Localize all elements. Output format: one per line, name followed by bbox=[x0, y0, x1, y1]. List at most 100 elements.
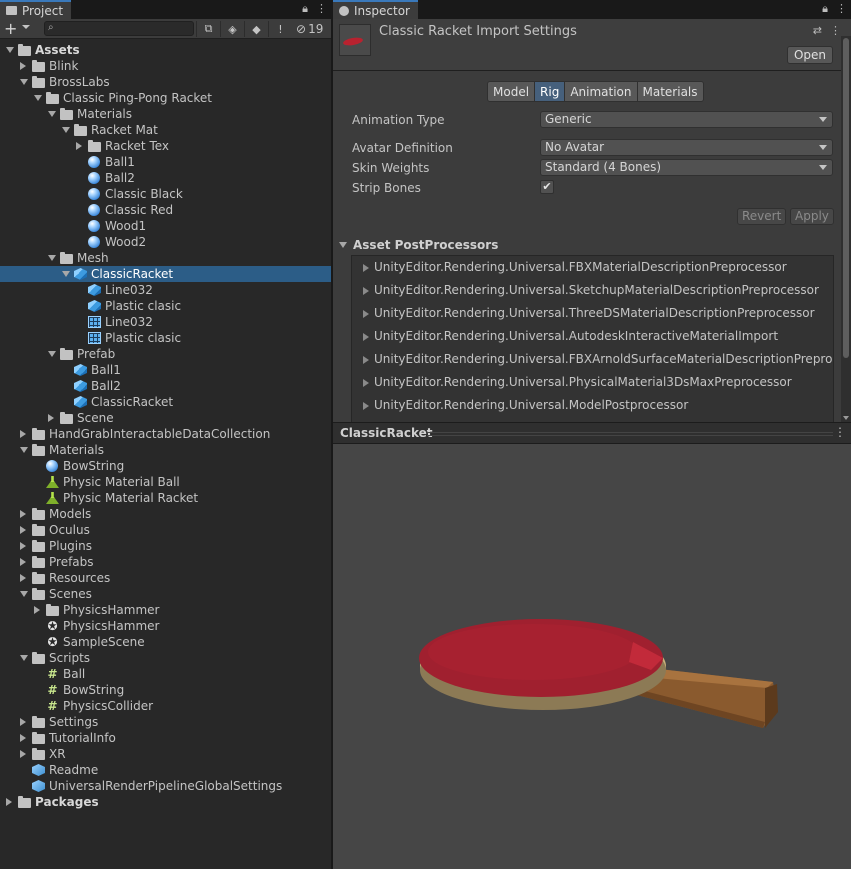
tree-item[interactable]: Racket Mat bbox=[0, 122, 331, 138]
tree-item[interactable]: Prefabs bbox=[0, 554, 331, 570]
console-warning-icon[interactable]: ! bbox=[268, 21, 292, 37]
kebab-menu-icon[interactable]: ⋮ bbox=[836, 2, 847, 16]
tree-item[interactable]: Packages bbox=[0, 794, 331, 810]
project-tab[interactable]: Project bbox=[0, 0, 72, 19]
tree-item[interactable]: Ball2 bbox=[0, 378, 331, 394]
tree-item[interactable]: Prefab bbox=[0, 346, 331, 362]
tab-materials[interactable]: Materials bbox=[637, 81, 704, 102]
tree-item[interactable]: Settings bbox=[0, 714, 331, 730]
chevron-right-icon[interactable] bbox=[20, 526, 26, 534]
inspector-scrollbar[interactable] bbox=[841, 36, 851, 422]
filter-by-label-icon[interactable]: ◆ bbox=[244, 21, 268, 37]
tree-item[interactable]: Racket Tex bbox=[0, 138, 331, 154]
search-input[interactable] bbox=[44, 21, 194, 36]
tree-item[interactable]: BrossLabs bbox=[0, 74, 331, 90]
presets-icon[interactable]: ⇄ bbox=[813, 24, 822, 37]
tree-item[interactable]: Wood1 bbox=[0, 218, 331, 234]
tree-item[interactable]: ✪ SampleScene bbox=[0, 634, 331, 650]
lock-icon[interactable]: 🔒︎ bbox=[822, 2, 828, 16]
tree-item[interactable]: ✪ PhysicsHammer bbox=[0, 618, 331, 634]
tree-item[interactable]: # PhysicsCollider bbox=[0, 698, 331, 714]
postprocessor-item[interactable]: UnityEditor.Rendering.Universal.Physical… bbox=[352, 371, 833, 394]
tree-item[interactable]: Ball1 bbox=[0, 154, 331, 170]
chevron-right-icon[interactable] bbox=[20, 574, 26, 582]
chevron-down-icon[interactable] bbox=[48, 255, 56, 261]
chevron-down-icon[interactable] bbox=[62, 127, 70, 133]
tree-item[interactable]: Scenes bbox=[0, 586, 331, 602]
tree-item[interactable]: UniversalRenderPipelineGlobalSettings bbox=[0, 778, 331, 794]
lock-icon[interactable]: 🔒︎ bbox=[302, 2, 308, 16]
strip-bones-checkbox[interactable]: ✔ bbox=[540, 180, 554, 194]
tree-item[interactable]: TutorialInfo bbox=[0, 730, 331, 746]
skin-weights-dropdown[interactable]: Standard (4 Bones) bbox=[540, 159, 833, 176]
scrollbar-thumb[interactable] bbox=[843, 38, 849, 358]
chevron-right-icon[interactable] bbox=[20, 542, 26, 550]
chevron-right-icon[interactable] bbox=[6, 798, 12, 806]
tree-item[interactable]: Classic Red bbox=[0, 202, 331, 218]
tree-item[interactable]: Materials bbox=[0, 442, 331, 458]
tree-item[interactable]: Classic Black bbox=[0, 186, 331, 202]
chevron-down-icon[interactable] bbox=[20, 591, 28, 597]
postprocessor-item[interactable]: UnityEditor.Rendering.Universal.FBXMater… bbox=[352, 256, 833, 279]
tree-item[interactable]: Physic Material Ball bbox=[0, 474, 331, 490]
filter-by-type-icon[interactable]: ◈ bbox=[220, 21, 244, 37]
tree-item[interactable]: HandGrabInteractableDataCollection bbox=[0, 426, 331, 442]
chevron-down-icon[interactable] bbox=[20, 655, 28, 661]
kebab-menu-icon[interactable]: ⋮ bbox=[830, 24, 841, 37]
open-button[interactable]: Open bbox=[786, 46, 833, 64]
tree-item[interactable]: Wood2 bbox=[0, 234, 331, 250]
tree-item[interactable]: ClassicRacket bbox=[0, 394, 331, 410]
tree-item[interactable]: Readme bbox=[0, 762, 331, 778]
chevron-right-icon[interactable] bbox=[20, 750, 26, 758]
chevron-right-icon[interactable] bbox=[76, 142, 82, 150]
chevron-right-icon[interactable] bbox=[20, 734, 26, 742]
postprocessor-item[interactable]: UnityEditor.Rendering.Universal.Sketchup… bbox=[352, 279, 833, 302]
tree-item[interactable]: Classic Ping-Pong Racket bbox=[0, 90, 331, 106]
tree-item[interactable]: Ball1 bbox=[0, 362, 331, 378]
chevron-down-icon[interactable] bbox=[34, 95, 42, 101]
tree-item[interactable]: Line032 bbox=[0, 314, 331, 330]
tree-item[interactable]: BowString bbox=[0, 458, 331, 474]
kebab-menu-icon[interactable]: ⋮ bbox=[316, 2, 327, 16]
kebab-menu-icon[interactable]: ⋮ bbox=[834, 425, 846, 439]
hidden-packages-toggle[interactable]: ⊘ 19 bbox=[292, 21, 327, 37]
chevron-down-icon[interactable] bbox=[22, 25, 30, 29]
tree-item[interactable]: Ball2 bbox=[0, 170, 331, 186]
tree-item[interactable]: Resources bbox=[0, 570, 331, 586]
tree-item[interactable]: Line032 bbox=[0, 282, 331, 298]
chevron-down-icon[interactable] bbox=[20, 79, 28, 85]
revert-button[interactable]: Revert bbox=[737, 208, 787, 225]
drag-handle[interactable] bbox=[427, 432, 833, 436]
tab-rig[interactable]: Rig bbox=[535, 81, 566, 102]
chevron-down-icon[interactable] bbox=[48, 351, 56, 357]
tree-item[interactable]: XR bbox=[0, 746, 331, 762]
tree-item[interactable]: Plastic clasic bbox=[0, 298, 331, 314]
tree-item[interactable]: Physic Material Racket bbox=[0, 490, 331, 506]
chevron-right-icon[interactable] bbox=[34, 606, 40, 614]
tree-item[interactable]: # Ball bbox=[0, 666, 331, 682]
inspector-tab[interactable]: Inspector bbox=[333, 0, 418, 19]
chevron-down-icon[interactable] bbox=[48, 111, 56, 117]
tree-item[interactable]: Models bbox=[0, 506, 331, 522]
postprocessor-item[interactable]: UnityEditor.Rendering.Universal.Autodesk… bbox=[352, 325, 833, 348]
chevron-right-icon[interactable] bbox=[20, 558, 26, 566]
model-preview[interactable] bbox=[333, 444, 851, 869]
scroll-down-icon[interactable] bbox=[843, 416, 849, 420]
search-by-type-icon[interactable]: ⧉ bbox=[196, 21, 220, 37]
chevron-right-icon[interactable] bbox=[20, 62, 26, 70]
chevron-right-icon[interactable] bbox=[48, 414, 54, 422]
tree-item[interactable]: Scene bbox=[0, 410, 331, 426]
tree-item[interactable]: PhysicsHammer bbox=[0, 602, 331, 618]
apply-button[interactable]: Apply bbox=[790, 208, 834, 225]
tree-item[interactable]: # BowString bbox=[0, 682, 331, 698]
tree-item[interactable]: Plastic clasic bbox=[0, 330, 331, 346]
tree-item[interactable]: Materials bbox=[0, 106, 331, 122]
tree-item[interactable]: Mesh bbox=[0, 250, 331, 266]
asset-postprocessors-header[interactable]: Asset PostProcessors bbox=[339, 237, 498, 253]
tree-item[interactable]: Assets bbox=[0, 42, 331, 58]
postprocessor-item[interactable]: UnityEditor.Rendering.Universal.ThreeDSM… bbox=[352, 302, 833, 325]
chevron-down-icon[interactable] bbox=[62, 271, 70, 277]
tree-item[interactable]: Plugins bbox=[0, 538, 331, 554]
postprocessor-item[interactable]: UnityEditor.Rendering.Universal.ModelPos… bbox=[352, 394, 833, 417]
tab-animation[interactable]: Animation bbox=[565, 81, 638, 102]
